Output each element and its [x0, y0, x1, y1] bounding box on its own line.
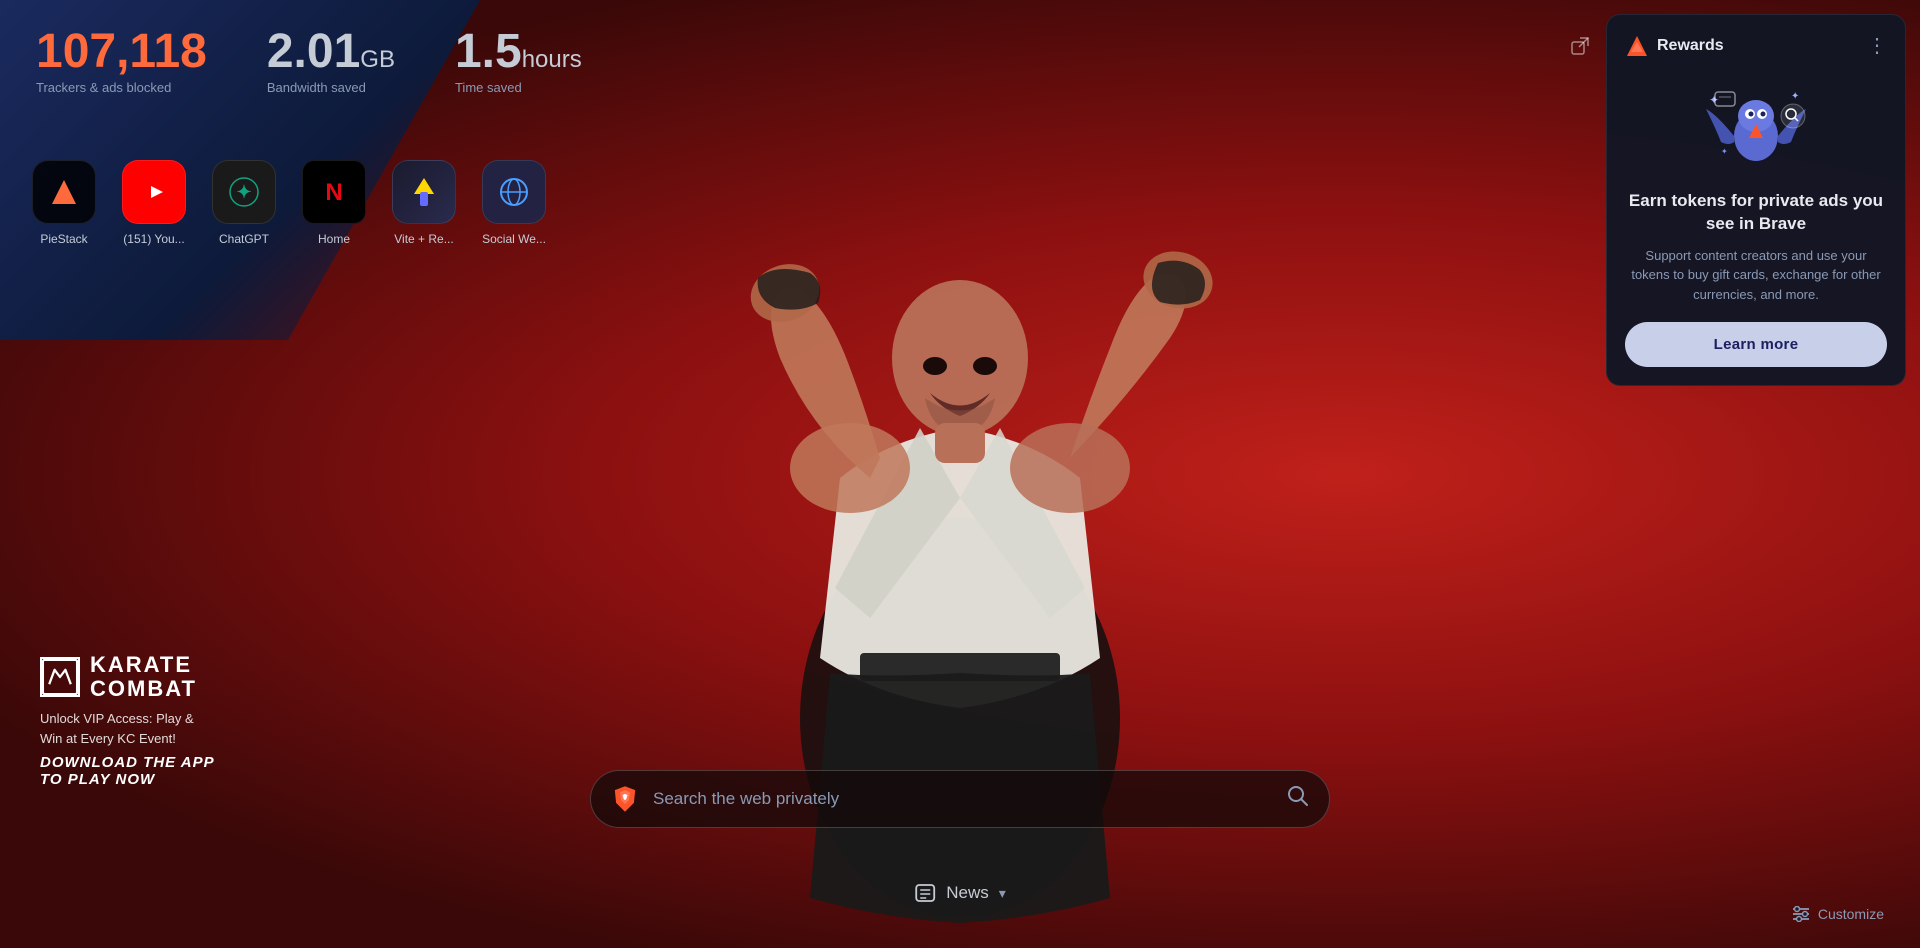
- karate-combat-promo: KARATE COMBAT Unlock VIP Access: Play &W…: [40, 653, 215, 788]
- rewards-title: Rewards: [1657, 37, 1724, 55]
- shortcut-piestack[interactable]: PieStack: [28, 160, 100, 246]
- svg-text:N: N: [325, 179, 342, 206]
- search-bar: [590, 770, 1330, 828]
- shortcut-label-vite: Vite + Re...: [388, 232, 460, 246]
- stat-time: 1.5hours Time saved: [455, 28, 582, 95]
- search-magnifier-icon: [1287, 785, 1309, 813]
- shortcuts-row: PieStack (151) You... ✦ ChatGPT N Home V…: [28, 160, 550, 246]
- kc-sub-text: Unlock VIP Access: Play &Win at Every KC…: [40, 709, 215, 748]
- learn-more-button[interactable]: Learn more: [1625, 322, 1887, 367]
- svg-text:✦: ✦: [236, 182, 251, 202]
- trackers-label: Trackers & ads blocked: [36, 80, 207, 95]
- rewards-brave-icon: [1625, 34, 1649, 58]
- kc-logo: KARATE COMBAT: [40, 653, 215, 701]
- shortcut-netflix[interactable]: N Home: [298, 160, 370, 246]
- news-label: News: [946, 883, 989, 903]
- shortcut-vite[interactable]: Vite + Re...: [388, 160, 460, 246]
- svg-text:✦: ✦: [1709, 93, 1719, 107]
- customize-button[interactable]: Customize: [1792, 906, 1884, 922]
- brave-search-icon: [611, 785, 639, 813]
- customize-icon: [1792, 906, 1810, 922]
- kc-name-2: COMBAT: [90, 677, 197, 701]
- rewards-title-row: Rewards: [1625, 34, 1724, 58]
- shortcut-label-netflix: Home: [298, 232, 370, 246]
- news-chevron-icon: ▾: [999, 885, 1006, 902]
- stat-bandwidth: 2.01GB Bandwidth saved: [267, 28, 395, 95]
- bandwidth-number: 2.01GB: [267, 28, 395, 76]
- rewards-panel: Rewards ⋮ ✦ ✦ ✦: [1606, 14, 1906, 386]
- shortcut-youtube[interactable]: (151) You...: [118, 160, 190, 246]
- rewards-header: Rewards ⋮: [1625, 33, 1887, 58]
- customize-label: Customize: [1818, 906, 1884, 922]
- shortcut-chatgpt[interactable]: ✦ ChatGPT: [208, 160, 280, 246]
- time-number: 1.5hours: [455, 28, 582, 76]
- search-container: [590, 770, 1330, 828]
- news-icon: [914, 882, 936, 904]
- news-tab[interactable]: News ▾: [914, 882, 1006, 904]
- kc-cta: DOWNLOAD THE APPTO PLAY NOW: [40, 754, 215, 788]
- kc-icon: [40, 657, 80, 697]
- time-label: Time saved: [455, 80, 582, 95]
- rewards-sub-text: Support content creators and use your to…: [1625, 246, 1887, 305]
- shortcut-label-piestack: PieStack: [28, 232, 100, 246]
- kc-name-1: KARATE: [90, 653, 197, 677]
- trackers-number: 107,118: [36, 28, 207, 76]
- stats-bar: 107,118 Trackers & ads blocked 2.01GB Ba…: [36, 28, 582, 95]
- rewards-mascot-area: ✦ ✦ ✦: [1625, 74, 1887, 174]
- search-input[interactable]: [653, 789, 1273, 809]
- rewards-menu-button[interactable]: ⋮: [1867, 33, 1887, 58]
- rewards-mascot-svg: ✦ ✦ ✦: [1701, 74, 1811, 174]
- shortcut-label-youtube: (151) You...: [118, 232, 190, 246]
- bandwidth-label: Bandwidth saved: [267, 80, 395, 95]
- shortcut-social[interactable]: Social We...: [478, 160, 550, 246]
- external-link-icon[interactable]: [1570, 36, 1590, 61]
- svg-text:✦: ✦: [1791, 91, 1799, 102]
- stat-trackers: 107,118 Trackers & ads blocked: [36, 28, 207, 95]
- rewards-main-text: Earn tokens for private ads you see in B…: [1625, 190, 1887, 236]
- shortcut-label-chatgpt: ChatGPT: [208, 232, 280, 246]
- svg-text:✦: ✦: [1721, 147, 1728, 156]
- shortcut-label-social: Social We...: [478, 232, 550, 246]
